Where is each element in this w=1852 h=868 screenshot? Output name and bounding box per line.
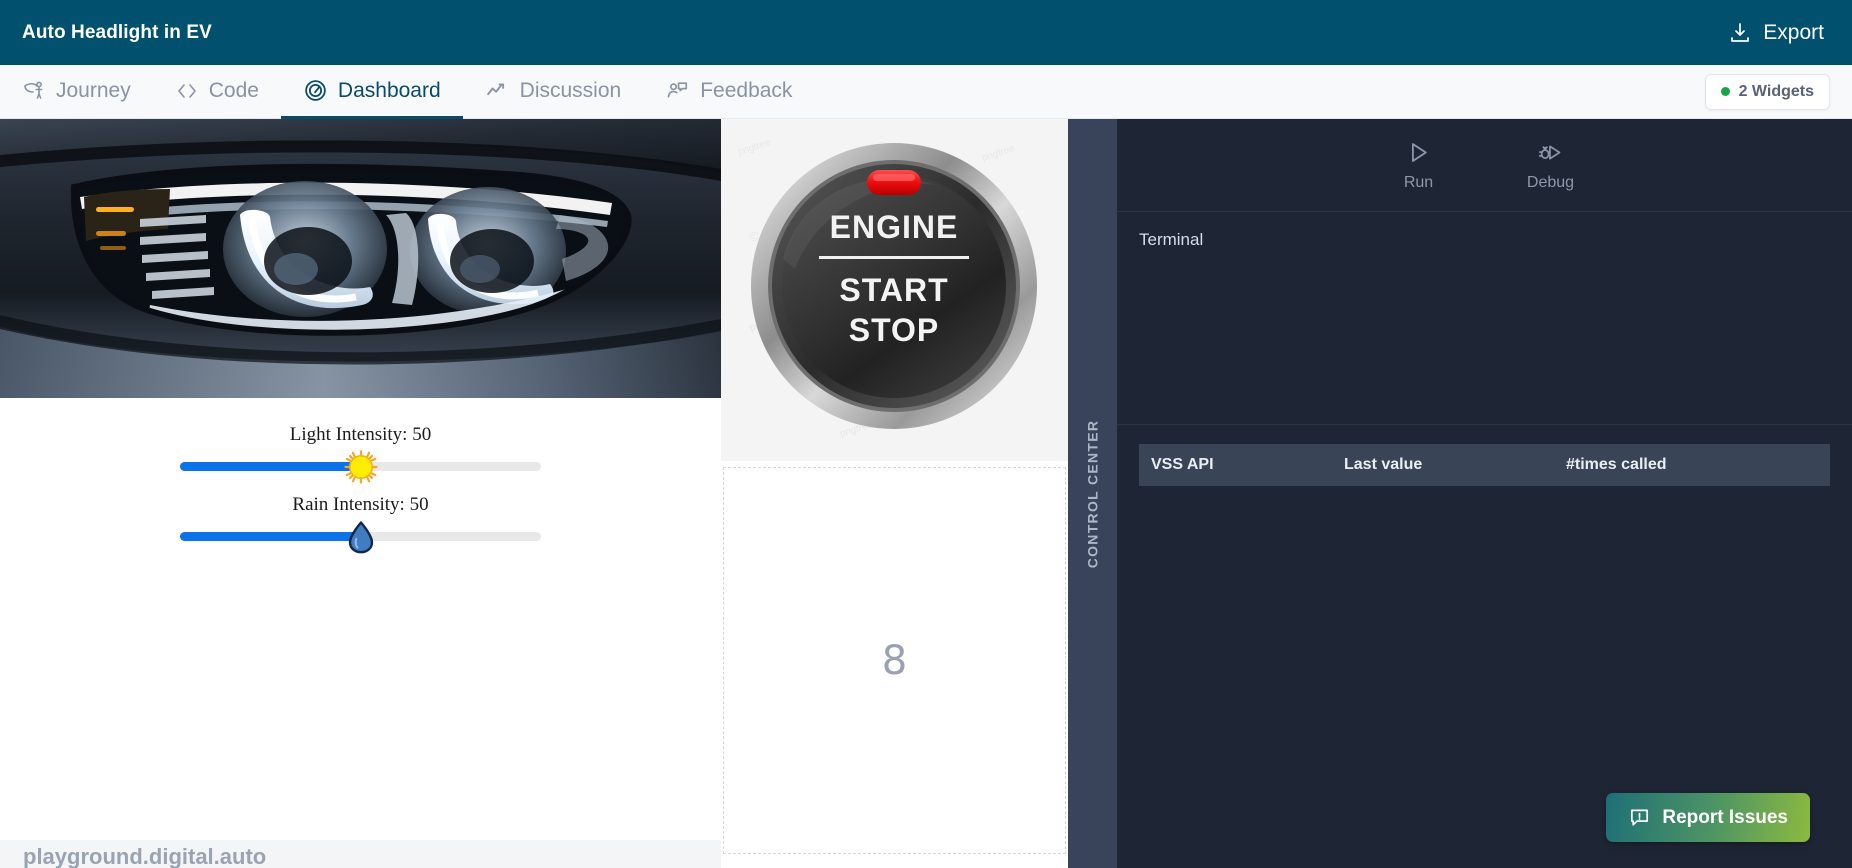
green-dot-icon [1720,87,1730,96]
debug-button[interactable]: Debug [1514,139,1588,192]
vss-api-table-header: VSS API Last value #times called [1139,444,1830,486]
tab-label: Code [208,78,259,102]
tab-label: Dashboard [337,78,441,102]
journey-icon [22,79,46,103]
gauge-icon [303,78,328,103]
activity-icon [485,78,510,103]
download-icon [1728,21,1752,45]
svg-text:START: START [839,272,948,308]
top-bar: Auto Headlight in EV Export [0,0,1852,65]
main-content: Light Intensity: 50 Rain Intensity: 50 p… [0,119,1852,868]
terminal-output[interactable] [1139,250,1830,400]
play-icon [1405,139,1432,166]
rain-intensity-slider: Rain Intensity: 50 [0,494,721,553]
run-debug-toolbar: Run Debug [1117,119,1852,212]
tab-label: Discussion [519,78,622,102]
svg-text:STOP: STOP [849,312,940,348]
tab-label: Feedback [700,78,793,102]
empty-widget-slot-number: 8 [881,637,908,684]
tab-feedback[interactable]: Feedback [643,65,814,119]
debug-label: Debug [1526,173,1575,191]
widgets-count-badge[interactable]: 2 Widgets [1704,73,1830,110]
rain-intensity-label: Rain Intensity: 50 [292,494,429,515]
tab-bar: Journey Code Dashboard Discussion Feedba… [0,65,1852,119]
rain-intensity-thumb[interactable] [347,520,375,554]
page-title: Auto Headlight in EV [22,21,212,43]
water-drop-icon [347,520,375,558]
terminal-section: Terminal [1117,212,1852,425]
sun-icon [343,449,378,488]
svg-text:ENGINE: ENGINE [830,209,959,245]
terminal-title: Terminal [1139,230,1204,249]
car-headlight-photo [0,119,721,398]
tab-code[interactable]: Code [153,65,281,119]
export-label: Export [1763,20,1824,44]
comment-alert-icon [1628,806,1651,829]
light-intensity-label: Light Intensity: 50 [289,424,432,445]
widget-column: pngtree pngtree pngtree pngtree pngtree … [721,119,1068,868]
column-header-vss-api: VSS API [1151,456,1214,473]
control-center-panel: Run Debug Terminal VSS API Last value #t… [1117,119,1852,868]
tab-discussion[interactable]: Discussion [463,65,644,119]
user-chat-icon [665,78,690,103]
light-intensity-thumb[interactable] [343,449,378,484]
left-pane: Light Intensity: 50 Rain Intensity: 50 p… [0,119,721,868]
light-intensity-fill [180,462,361,471]
tab-journey[interactable]: Journey [0,65,153,119]
column-header-last-value: Last value [1344,456,1423,473]
debug-icon [1537,139,1564,166]
widgets-count-label: 2 Widgets [1738,82,1814,100]
tab-label: Journey [56,78,131,102]
light-intensity-slider: Light Intensity: 50 [0,424,721,484]
control-center-label: CONTROL CENTER [1084,419,1101,568]
svg-text:©: © [749,229,759,244]
code-icon [175,79,199,103]
rain-intensity-track[interactable] [180,520,541,553]
tab-dashboard[interactable]: Dashboard [280,65,463,119]
run-button[interactable]: Run [1382,139,1456,192]
rain-intensity-fill [180,532,361,541]
control-center-toggle[interactable]: CONTROL CENTER [1068,119,1117,868]
empty-widget-slot[interactable]: 8 [723,467,1066,854]
report-issues-label: Report Issues [1662,806,1788,828]
playground-url-label: playground.digital.auto [0,840,721,868]
report-issues-button[interactable]: Report Issues [1606,793,1810,842]
export-button[interactable]: Export [1726,17,1826,49]
engine-start-stop-button[interactable]: pngtree pngtree pngtree pngtree pngtree … [721,119,1068,461]
light-intensity-track[interactable] [180,449,541,484]
column-header-times-called: #times called [1566,456,1667,473]
vss-api-section: VSS API Last value #times called Report … [1117,425,1852,868]
run-label: Run [1403,173,1434,191]
